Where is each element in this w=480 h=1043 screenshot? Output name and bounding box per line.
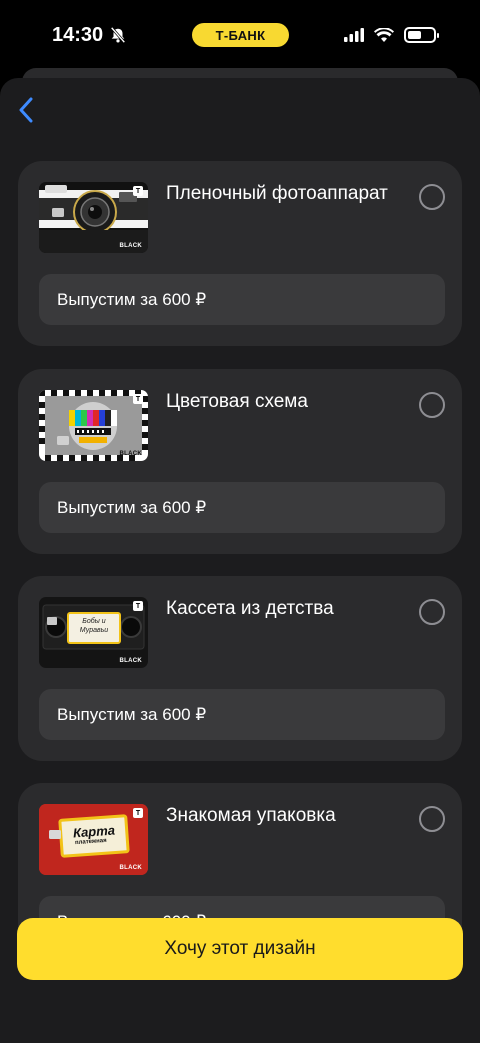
design-radio-button[interactable] bbox=[419, 392, 445, 418]
design-radio-button[interactable] bbox=[419, 806, 445, 832]
vhs-cassette-card-image: Бобы и Муравьи T BLACK bbox=[39, 597, 148, 668]
film-camera-card-image: T BLACK bbox=[39, 182, 148, 253]
wifi-icon bbox=[374, 27, 394, 42]
cassette-label-text: Бобы и Муравьи bbox=[79, 618, 109, 634]
card-brand-tag: BLACK bbox=[119, 658, 142, 664]
design-card-title: Кассета из детства bbox=[166, 598, 334, 619]
status-time: 14:30 bbox=[52, 24, 127, 47]
card-brand-tag: BLACK bbox=[119, 865, 142, 871]
package-card-image: Карта платежная T BLACK bbox=[39, 804, 148, 875]
design-radio-button[interactable] bbox=[419, 184, 445, 210]
bell-muted-icon bbox=[110, 26, 126, 44]
bank-badge[interactable]: Т-БАНК bbox=[192, 23, 289, 47]
design-price-label: Выпустим за 600 ₽ bbox=[39, 274, 445, 325]
chevron-left-icon bbox=[19, 97, 33, 123]
card-brand-tag: BLACK bbox=[119, 243, 142, 249]
design-card-color-scheme[interactable]: T BLACK Цветовая схема Выпустим за 600 ₽ bbox=[18, 369, 462, 554]
design-card-title: Знакомая упаковка bbox=[166, 805, 336, 826]
want-this-design-button[interactable]: Хочу этот дизайн bbox=[17, 918, 463, 980]
back-button[interactable] bbox=[8, 92, 44, 128]
status-time-text: 14:30 bbox=[52, 23, 104, 46]
design-radio-button[interactable] bbox=[419, 599, 445, 625]
tbank-logo: T bbox=[133, 186, 143, 196]
cellular-signal-icon bbox=[344, 28, 364, 42]
design-card-cassette[interactable]: Бобы и Муравьи T BLACK Кассета из детств… bbox=[18, 576, 462, 761]
design-price-label: Выпустим за 600 ₽ bbox=[39, 689, 445, 740]
battery-icon bbox=[404, 27, 439, 43]
tbank-logo: T bbox=[133, 808, 143, 818]
design-card-title: Цветовая схема bbox=[166, 391, 308, 412]
design-card-title: Пленочный фотоаппарат bbox=[166, 183, 388, 204]
test-pattern-card-image: T BLACK bbox=[39, 390, 148, 461]
tbank-logo: T bbox=[133, 601, 143, 611]
tbank-logo: T bbox=[133, 394, 143, 404]
card-brand-tag: BLACK bbox=[119, 451, 142, 457]
design-card-film-camera[interactable]: T BLACK Пленочный фотоаппарат Выпустим з… bbox=[18, 161, 462, 346]
system-icons bbox=[344, 27, 439, 43]
design-price-label: Выпустим за 600 ₽ bbox=[39, 482, 445, 533]
